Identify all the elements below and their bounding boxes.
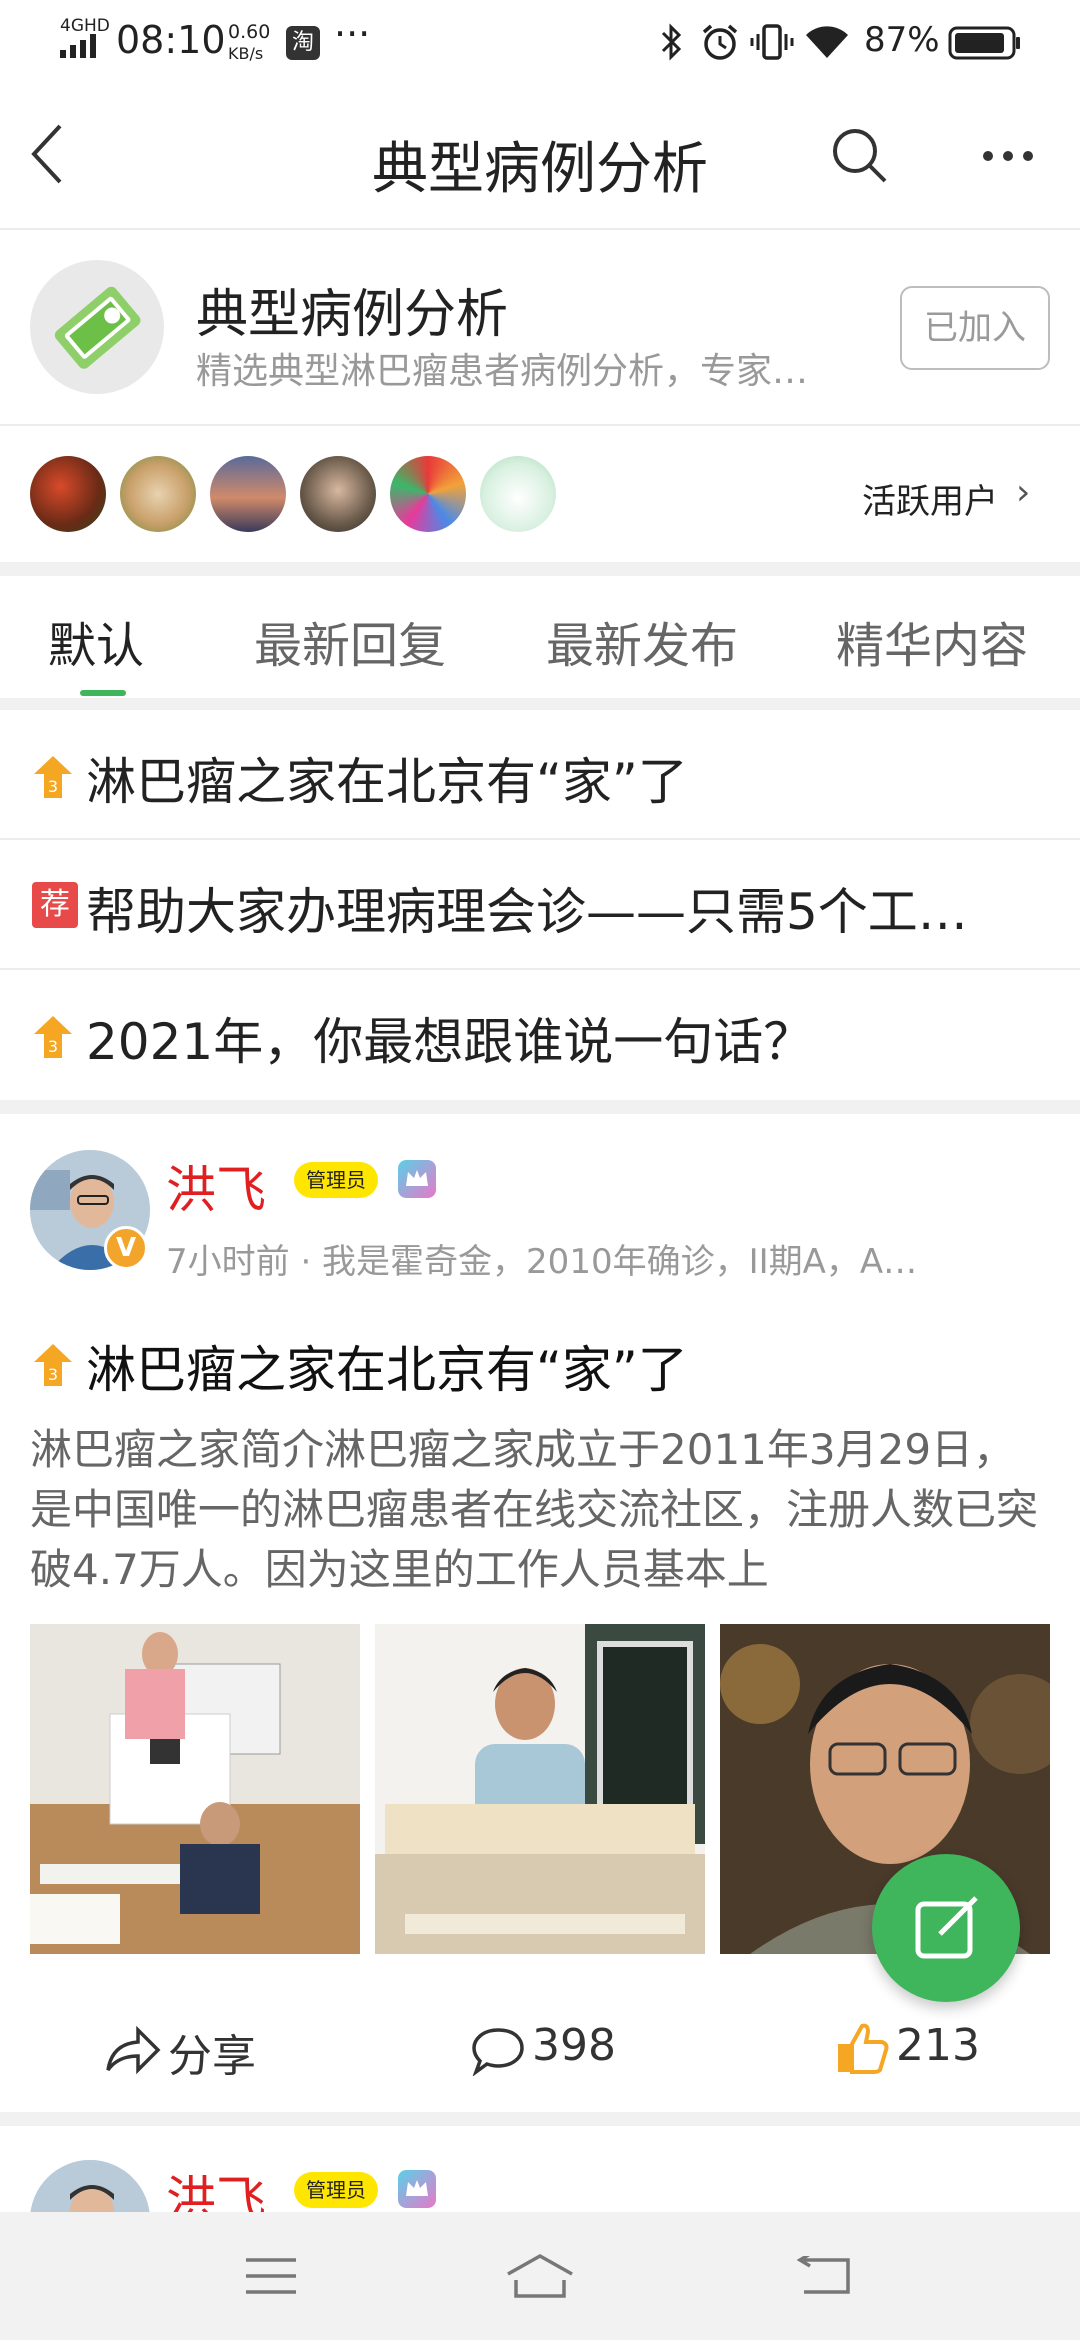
active-user-avatar[interactable] — [120, 456, 196, 532]
taobao-icon: 淘 — [286, 26, 320, 60]
pinned-item[interactable]: 3 淋巴瘤之家在北京有“家”了 — [0, 710, 1080, 840]
post-title[interactable]: 淋巴瘤之家在北京有“家”了 — [86, 1330, 688, 1402]
net-speed-unit: KB/s — [228, 44, 264, 63]
back-nav-icon[interactable] — [796, 2256, 852, 2296]
menu-icon[interactable] — [244, 2256, 298, 2296]
status-bar: 4GHD 08:10 0.60 KB/s 淘 ··· 87% — [0, 0, 1080, 86]
group-info[interactable]: 典型病例分析 精选典型淋巴瘤患者病例分析，专家… 已加入 — [0, 230, 1080, 426]
active-user-avatar[interactable] — [30, 456, 106, 532]
tab-latest-reply[interactable]: 最新回复 — [254, 606, 446, 676]
tab-bar: 默认 最新回复 最新发布 精华内容 — [0, 576, 1080, 698]
pinned-item[interactable]: 荐 帮助大家办理病理会诊——只需5个工… — [0, 840, 1080, 970]
compose-button[interactable] — [872, 1854, 1020, 2002]
crown-icon — [398, 2170, 436, 2208]
section-divider — [0, 562, 1080, 576]
admin-badge: 管理员 — [294, 2172, 378, 2208]
vibrate-icon — [750, 24, 794, 60]
wifi-icon — [806, 26, 848, 58]
group-logo — [30, 260, 164, 394]
pinned-title[interactable]: 帮助大家办理病理会诊——只需5个工… — [86, 872, 1046, 944]
alarm-icon — [702, 24, 738, 60]
comment-icon[interactable] — [470, 2026, 526, 2076]
top-badge-icon: 3 — [34, 756, 72, 798]
net-speed-value: 0.60 — [228, 21, 271, 43]
share-label[interactable]: 分享 — [168, 2020, 256, 2084]
top-badge-icon: 3 — [34, 1016, 72, 1058]
tab-latest-post[interactable]: 最新发布 — [546, 606, 738, 676]
post-photo[interactable] — [30, 1624, 360, 1954]
tab-default[interactable]: 默认 — [48, 606, 144, 676]
active-users-row[interactable]: 活跃用户 › — [0, 426, 1080, 562]
battery-icon — [948, 26, 1020, 60]
pinned-item[interactable]: 3 2021年，你最想跟谁说一句话？ — [0, 970, 1080, 1100]
joined-button[interactable]: 已加入 — [900, 286, 1050, 370]
more-icon[interactable] — [980, 148, 1036, 164]
clock: 08:10 — [116, 18, 226, 62]
post-photo-image — [375, 1624, 705, 1954]
recommend-badge: 荐 — [32, 882, 78, 928]
author-name[interactable]: 洪飞 — [166, 1150, 266, 1222]
crown-icon — [398, 1160, 436, 1198]
bluetooth-icon — [661, 23, 682, 61]
chevron-right-icon: › — [1016, 472, 1031, 513]
admin-badge: 管理员 — [294, 1162, 378, 1198]
like-icon[interactable] — [834, 2020, 890, 2076]
edit-icon — [915, 1896, 978, 1959]
pinned-title[interactable]: 2021年，你最想跟谁说一句话？ — [86, 1002, 1046, 1074]
system-nav-bar — [0, 2212, 1080, 2340]
group-description: 精选典型淋巴瘤患者病例分析，专家… — [196, 351, 809, 392]
comment-count[interactable]: 398 — [532, 2020, 616, 2071]
app-header: 典型病例分析 — [0, 86, 1080, 230]
home-icon[interactable] — [504, 2252, 576, 2300]
tab-featured[interactable]: 精华内容 — [836, 606, 1028, 676]
post-photo-image — [30, 1624, 360, 1954]
active-user-avatar[interactable] — [210, 456, 286, 532]
active-user-avatar[interactable] — [390, 456, 466, 532]
battery-percent: 87% — [864, 20, 940, 60]
group-logo-icon — [54, 286, 141, 369]
like-count[interactable]: 213 — [896, 2020, 980, 2071]
verified-badge: V — [104, 1226, 148, 1270]
svg-text:3: 3 — [48, 1037, 58, 1056]
svg-text:3: 3 — [48, 1365, 58, 1384]
section-divider — [0, 1100, 1080, 1114]
post-photo[interactable] — [375, 1624, 705, 1954]
group-title: 典型病例分析 — [196, 285, 509, 345]
active-tab-indicator — [80, 690, 126, 696]
active-user-avatar[interactable] — [480, 456, 556, 532]
post-meta: 7小时前 · 我是霍奇金，2010年确诊，II期A，A… — [166, 1242, 918, 1282]
share-icon[interactable] — [104, 2026, 162, 2076]
active-users-label[interactable]: 活跃用户 — [862, 474, 998, 523]
active-user-avatar[interactable] — [300, 456, 376, 532]
post-body[interactable]: 淋巴瘤之家简介淋巴瘤之家成立于2011年3月29日，是中国唯一的淋巴瘤患者在线交… — [30, 1420, 1050, 1602]
section-divider — [0, 2112, 1080, 2126]
signal-icon — [60, 34, 96, 58]
pinned-title[interactable]: 淋巴瘤之家在北京有“家”了 — [86, 742, 1046, 814]
section-divider — [0, 698, 1080, 710]
search-icon[interactable] — [830, 126, 890, 186]
top-badge-icon: 3 — [34, 1344, 72, 1386]
status-more: ··· — [334, 12, 371, 56]
svg-text:3: 3 — [48, 777, 58, 796]
page-title: 典型病例分析 — [372, 137, 708, 202]
